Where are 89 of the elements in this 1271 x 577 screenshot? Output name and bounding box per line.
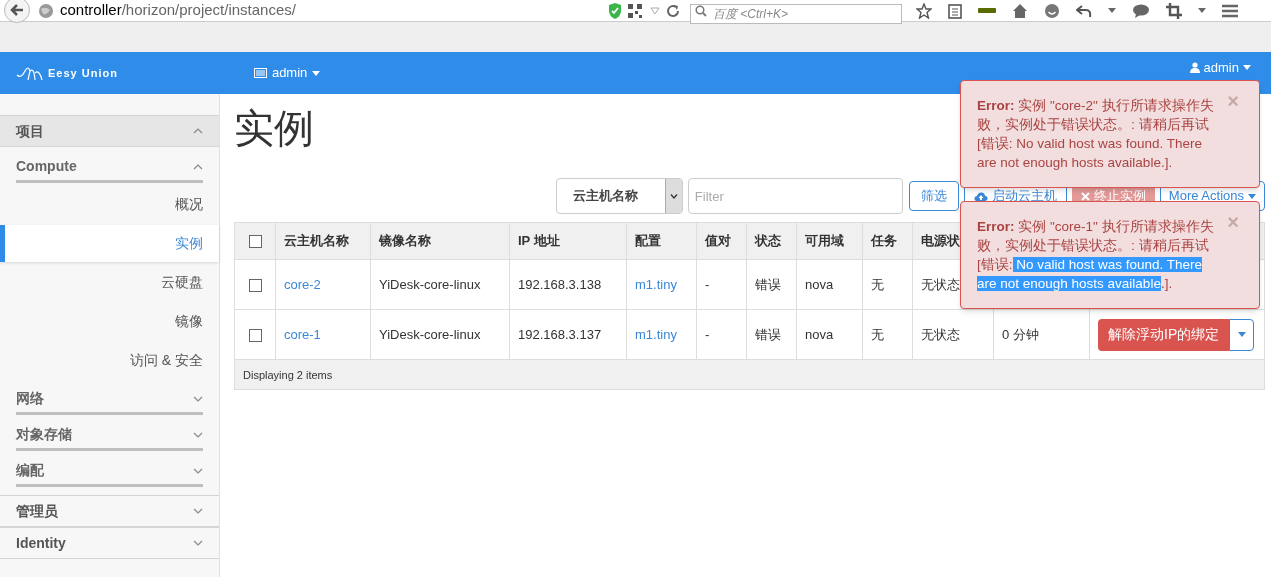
- qr-code-icon: [628, 3, 642, 18]
- back-arrow-icon: [10, 3, 24, 16]
- smiley-icon[interactable]: [1044, 2, 1060, 19]
- star-icon[interactable]: [916, 2, 932, 19]
- table-cell: 192.168.3.137: [518, 326, 602, 342]
- sidebar-item[interactable]: 概况: [0, 186, 219, 223]
- table-cell: YiDesk-core-linux: [379, 326, 481, 342]
- sidebar-item[interactable]: 实例: [0, 225, 219, 262]
- disassociate-ip-button[interactable]: 解除浮动IP的绑定: [1098, 318, 1230, 351]
- sidebar-group-header[interactable]: 对象存储: [16, 421, 203, 451]
- instance-link[interactable]: core-1: [284, 326, 321, 342]
- sidebar-item[interactable]: 云硬盘: [0, 264, 219, 301]
- chevron-down-icon: [193, 431, 203, 438]
- table-cell: 无: [871, 276, 884, 292]
- table-cell: YiDesk-core-linux: [379, 276, 481, 292]
- column-header: 云主机名称: [284, 233, 349, 249]
- alert-message: Error: 实例 "core-2" 执行所请求操作失败，实例处于错误状态。: 请稍后再试 [错误: No valid host was found. There are not enough hosts available.].: [977, 97, 1215, 172]
- caret-icon: [312, 70, 321, 76]
- chevron-up-icon: [193, 163, 203, 170]
- filter-button[interactable]: 筛选: [908, 181, 959, 211]
- page-title: 实例: [234, 105, 314, 152]
- table-cell: nova: [805, 326, 834, 342]
- column-header: 状态: [755, 233, 781, 249]
- column-header: 任务: [871, 233, 897, 249]
- chevron-down-icon: [193, 508, 203, 514]
- search-icon: [695, 4, 707, 17]
- table-cell: -: [705, 326, 710, 342]
- bar-icon: [978, 7, 996, 14]
- row-checkbox[interactable]: [248, 328, 262, 342]
- clipboard-icon[interactable]: [948, 2, 962, 19]
- project-dropdown[interactable]: admin: [253, 63, 321, 83]
- column-header: 配置: [635, 233, 661, 249]
- table-footer-text: Displaying 2 items: [243, 368, 333, 381]
- sidebar-group-header[interactable]: 网络: [16, 385, 203, 415]
- dropdown-icon[interactable]: [1108, 8, 1116, 13]
- table-cell: 无状态: [921, 276, 960, 292]
- chevron-down-icon: [193, 467, 203, 474]
- sidebar-panel-header[interactable]: 管理员: [0, 495, 219, 527]
- select-all-checkbox[interactable]: [248, 235, 262, 249]
- logo-icon: [16, 65, 44, 81]
- table-cell: 192.168.3.138: [518, 276, 602, 292]
- sidebar-item[interactable]: 镜像: [0, 303, 219, 340]
- column-header: 可用域: [805, 233, 844, 249]
- home-icon[interactable]: [1012, 2, 1028, 19]
- back-button[interactable]: [4, 0, 30, 23]
- caret-icon: [1248, 193, 1256, 199]
- filter-field[interactable]: Filter: [687, 178, 903, 214]
- menu-icon[interactable]: [1222, 3, 1238, 18]
- action-dropdown-button[interactable]: [1229, 318, 1255, 351]
- sidebar-item[interactable]: 访问 & 安全: [0, 342, 219, 379]
- table-cell: nova: [805, 276, 834, 292]
- project-icon: [253, 68, 267, 78]
- user-icon: [1189, 62, 1200, 74]
- crop-icon[interactable]: [1166, 2, 1182, 19]
- brand-name: Eesy Union: [48, 65, 118, 81]
- table-cell: 错误: [755, 276, 781, 292]
- flavor-link[interactable]: m1.tiny: [635, 326, 677, 342]
- instance-link[interactable]: core-2: [284, 276, 321, 292]
- flavor-link[interactable]: m1.tiny: [635, 276, 677, 292]
- table-cell: -: [705, 276, 710, 292]
- caret-icon: [1237, 332, 1246, 337]
- close-icon: [1080, 191, 1090, 201]
- table-cell: 错误: [755, 326, 781, 342]
- column-header: 电源状: [921, 233, 960, 249]
- user-dropdown[interactable]: admin: [1189, 58, 1251, 78]
- search-field[interactable]: 百度 <Ctrl+K>: [690, 3, 902, 24]
- chevron-down-icon: [193, 395, 203, 402]
- undo-icon[interactable]: [1076, 3, 1092, 18]
- chevron-up-icon: [193, 128, 203, 134]
- chevron-down-icon: [669, 193, 678, 199]
- sidebar-panel-header[interactable]: Identity: [0, 527, 219, 559]
- chat-icon[interactable]: [1132, 3, 1150, 18]
- reload-icon[interactable]: [666, 3, 680, 18]
- cloud-upload-icon: [973, 190, 988, 202]
- dropdown-icon[interactable]: [1198, 8, 1206, 13]
- table-cell: 0 分钟: [1002, 326, 1039, 342]
- column-header: IP 地址: [518, 233, 560, 249]
- table-cell: 无: [871, 326, 884, 342]
- url-field[interactable]: controller/horizon/project/instances/: [60, 0, 600, 22]
- column-header: 镜像名称: [379, 233, 431, 249]
- filter-select[interactable]: 云主机名称: [555, 178, 683, 214]
- sidebar-group-header[interactable]: Compute: [16, 153, 203, 183]
- chevron-down-icon: [193, 540, 203, 546]
- caret-icon: [1243, 65, 1251, 71]
- table-cell: 无状态: [921, 326, 960, 342]
- sidebar-panel-header[interactable]: 项目: [0, 115, 219, 147]
- row-checkbox[interactable]: [248, 278, 262, 292]
- sidebar-group-header[interactable]: 编配: [16, 457, 203, 487]
- column-header: 值对: [705, 233, 731, 249]
